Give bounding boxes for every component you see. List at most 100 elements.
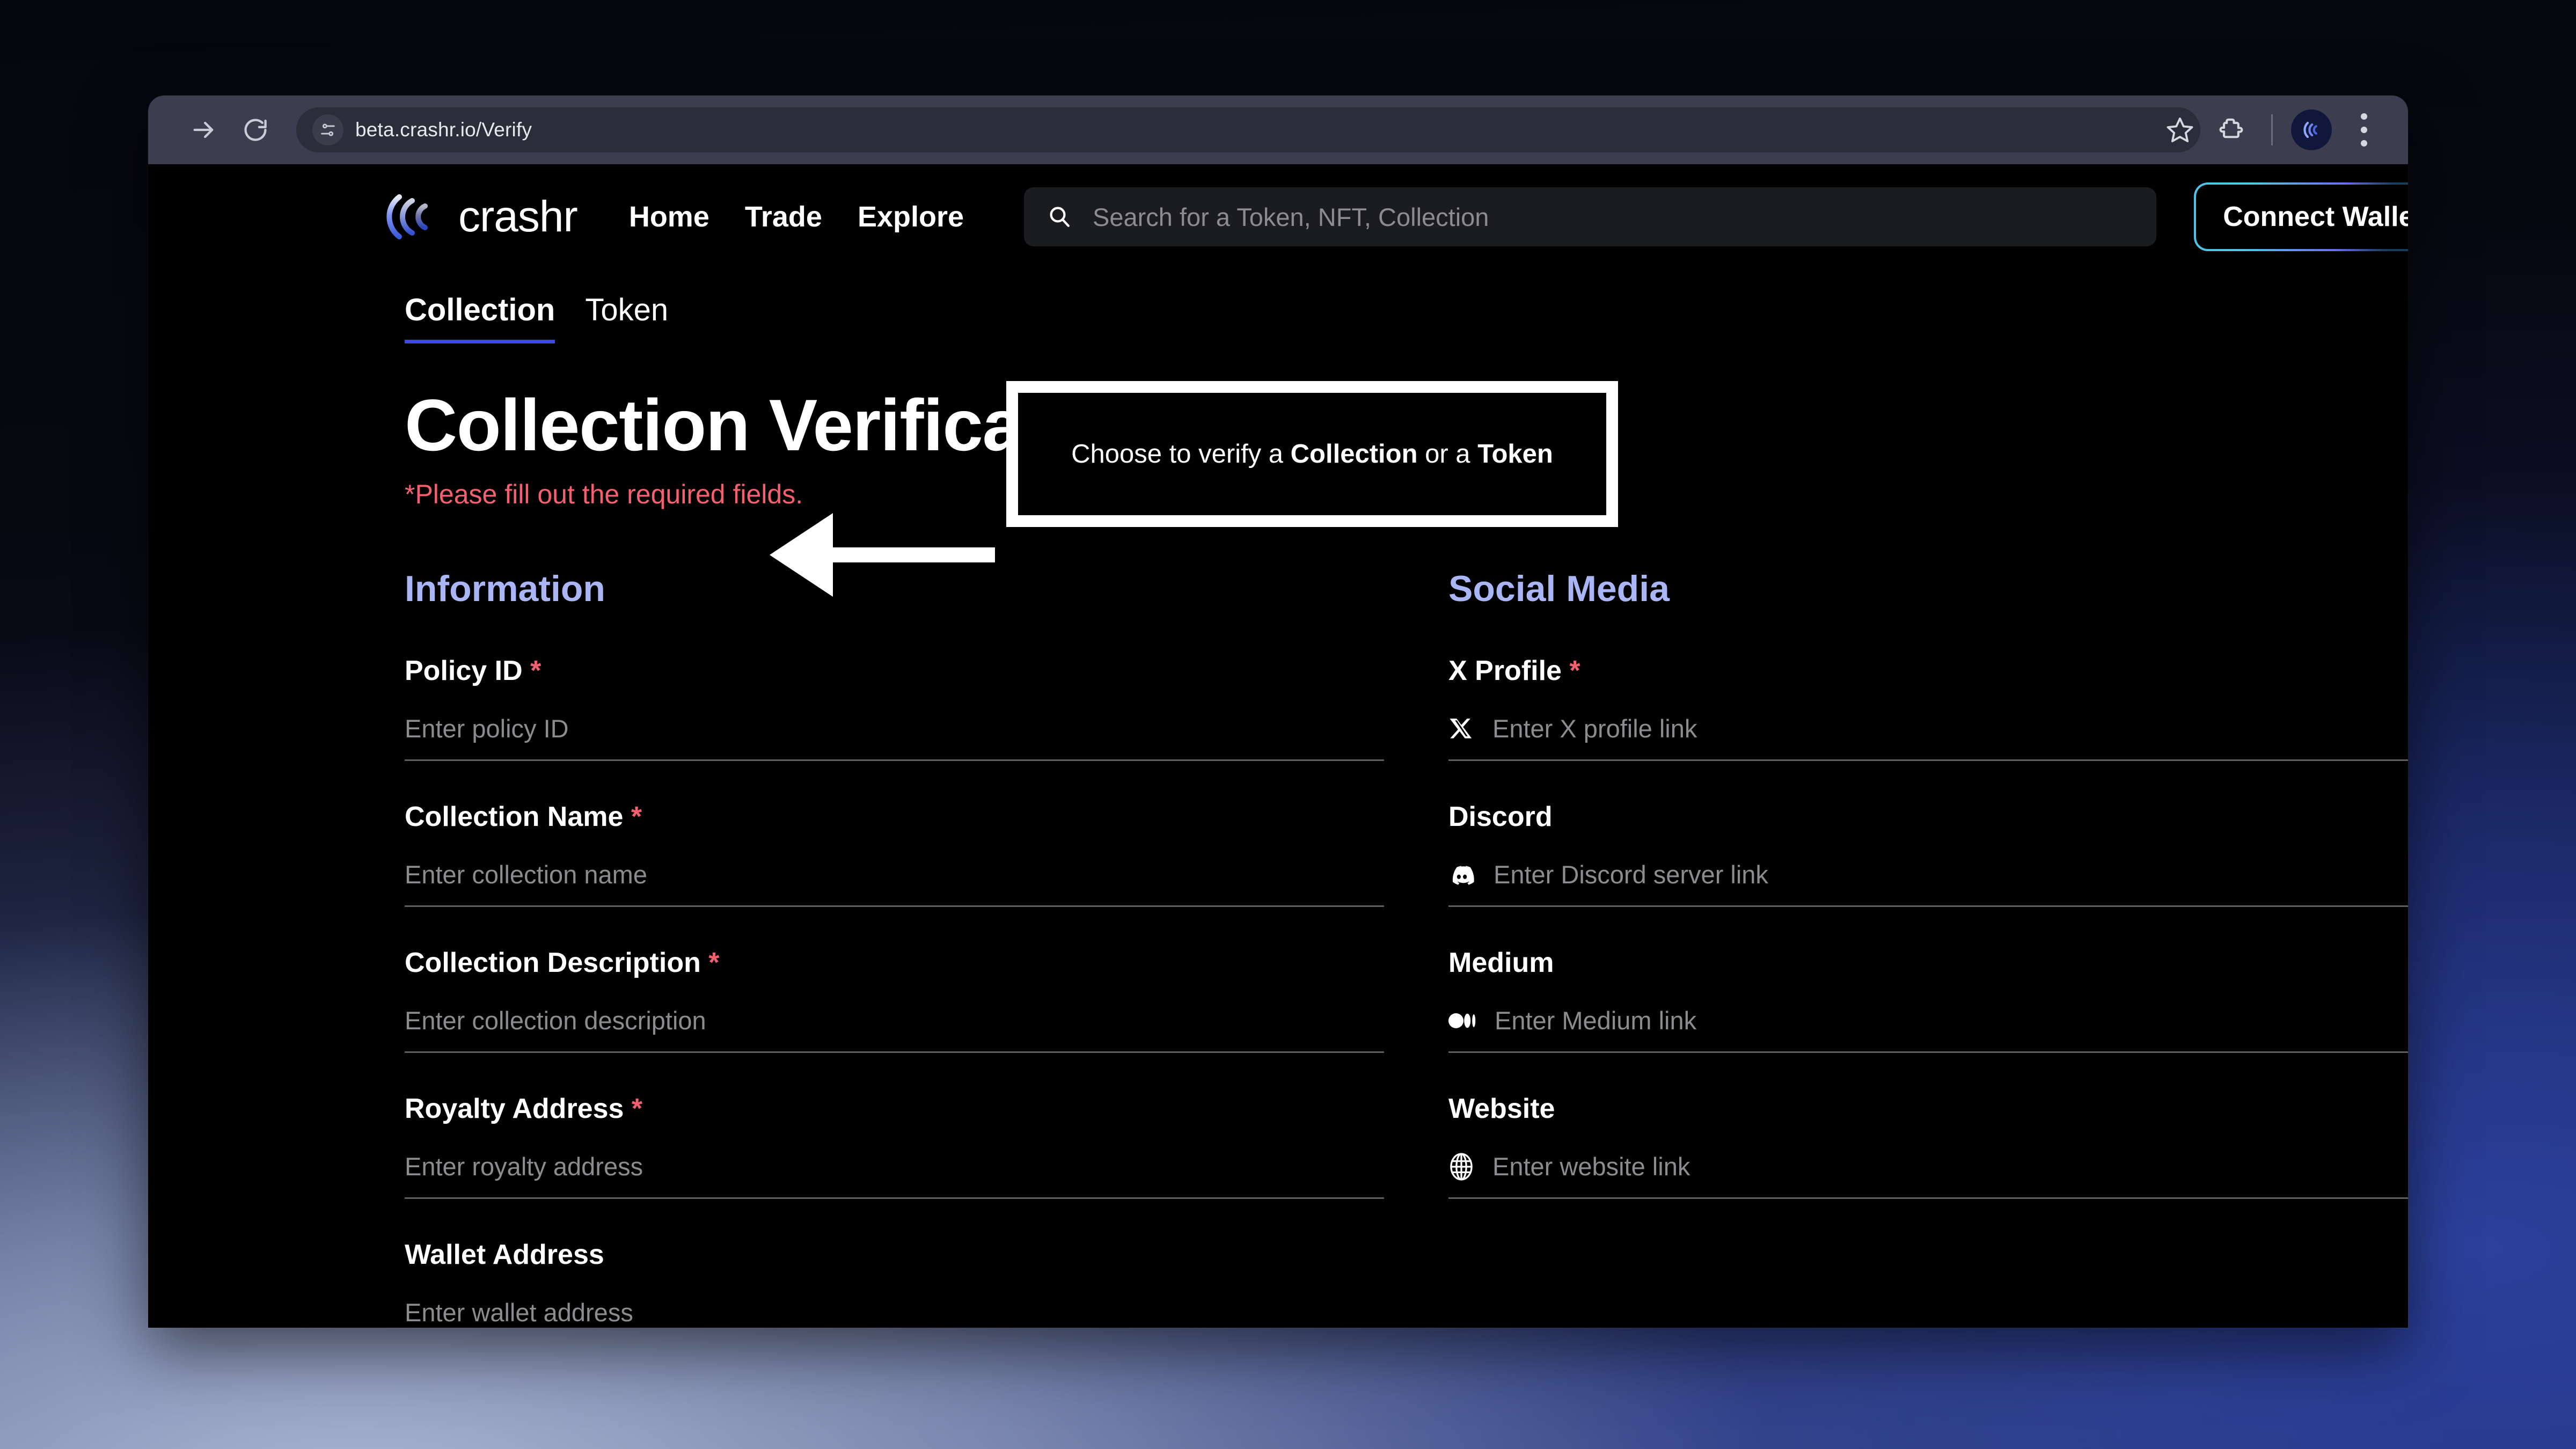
wallet-address-input[interactable]: Enter wallet address	[405, 1298, 1384, 1328]
reload-icon	[244, 119, 267, 141]
field-medium: Medium Enter Medium link	[1448, 947, 2408, 1053]
desktop-wallpaper: beta.crashr.io/Verify crashr Home Trade …	[0, 0, 2576, 1449]
field-collection-description: Collection Description * Enter collectio…	[405, 947, 1384, 1053]
medium-logo-icon	[1448, 1013, 1476, 1028]
field-label: Collection Name *	[405, 801, 1384, 833]
field-label-text: Wallet Address	[405, 1239, 604, 1270]
puzzle-piece-icon	[2219, 118, 2243, 138]
field-placeholder: Enter wallet address	[405, 1298, 633, 1327]
field-placeholder: Enter Discord server link	[1494, 860, 1768, 889]
site-info-icon[interactable]	[312, 114, 343, 145]
field-label-text: Collection Description	[405, 947, 701, 978]
connect-wallet-button[interactable]: Connect Wallet	[2194, 182, 2408, 251]
field-royalty-address: Royalty Address * Enter royalty address	[405, 1093, 1384, 1199]
collection-description-input[interactable]: Enter collection description	[405, 1006, 1384, 1053]
discord-logo-icon	[1452, 865, 1474, 885]
toolbar-divider	[2271, 114, 2273, 145]
x-logo-icon	[1450, 718, 1472, 738]
required-asterisk: *	[530, 655, 541, 686]
star-icon	[2167, 117, 2193, 143]
field-placeholder: Enter Medium link	[1495, 1006, 1697, 1035]
main-nav: Home Trade Explore	[629, 200, 964, 233]
menu-dot	[2361, 127, 2367, 133]
information-column: Information Policy ID * Enter policy ID …	[405, 568, 1384, 1328]
forward-arrow-icon	[193, 121, 214, 138]
field-label: X Profile *	[1448, 655, 2408, 687]
tab-collection[interactable]: Collection	[405, 292, 555, 343]
menu-dot	[2361, 140, 2367, 147]
tune-sliders-icon	[321, 123, 335, 136]
field-label-text: Collection Name	[405, 801, 624, 832]
nav-item-home[interactable]: Home	[629, 200, 709, 233]
reload-button[interactable]	[230, 104, 281, 156]
required-asterisk: *	[631, 801, 642, 832]
medium-input[interactable]: Enter Medium link	[1448, 1006, 2408, 1053]
field-label: Policy ID *	[405, 655, 1384, 687]
website-input[interactable]: Enter website link	[1448, 1152, 2408, 1199]
field-wallet-address: Wallet Address Enter wallet address	[405, 1239, 1384, 1328]
nav-item-explore[interactable]: Explore	[858, 200, 964, 233]
annotation-arrow-icon	[770, 513, 995, 597]
search-placeholder: Search for a Token, NFT, Collection	[1093, 202, 1489, 231]
x-profile-input[interactable]: Enter X profile link	[1448, 714, 2408, 761]
required-asterisk: *	[1569, 655, 1580, 686]
field-collection-name: Collection Name * Enter collection name	[405, 801, 1384, 907]
field-label: Website	[1448, 1093, 2408, 1125]
nav-item-trade[interactable]: Trade	[745, 200, 822, 233]
menu-dot	[2361, 113, 2367, 120]
collection-name-input[interactable]: Enter collection name	[405, 860, 1384, 907]
browser-window: beta.crashr.io/Verify crashr Home Trade …	[148, 96, 2408, 1328]
field-label-text: Website	[1448, 1093, 1555, 1124]
field-placeholder: Enter X profile link	[1492, 714, 1697, 743]
field-policy-id: Policy ID * Enter policy ID	[405, 655, 1384, 761]
annotation-prefix: Choose to verify a	[1071, 440, 1291, 469]
browser-menu-button[interactable]	[2344, 104, 2384, 156]
annotation-bold-token: Token	[1477, 440, 1553, 469]
connect-wallet-label: Connect Wallet	[2223, 201, 2408, 232]
discord-input[interactable]: Enter Discord server link	[1448, 860, 2408, 907]
policy-id-input[interactable]: Enter policy ID	[405, 714, 1384, 761]
address-bar[interactable]: beta.crashr.io/Verify	[296, 107, 2200, 152]
field-label: Collection Description *	[405, 947, 1384, 979]
globe-icon	[1450, 1152, 1473, 1181]
profile-avatar[interactable]	[2291, 109, 2332, 150]
crashr-waves-icon	[386, 194, 428, 239]
crashr-waves-avatar-icon	[2303, 121, 2317, 138]
field-label-text: Royalty Address	[405, 1093, 624, 1124]
browser-toolbar: beta.crashr.io/Verify	[148, 96, 2408, 164]
royalty-address-input[interactable]: Enter royalty address	[405, 1152, 1384, 1199]
verify-type-tabs: Collection Token	[405, 292, 2408, 343]
annotation-middle: or a	[1417, 440, 1478, 469]
verification-form: Information Policy ID * Enter policy ID …	[148, 568, 2408, 1328]
search-input[interactable]: Search for a Token, NFT, Collection	[1024, 187, 2157, 246]
annotation-callout: Choose to verify a Collection or a Token	[1006, 381, 1618, 527]
field-label-text: Discord	[1448, 801, 1553, 832]
annotation-text: Choose to verify a Collection or a Token	[1071, 439, 1553, 469]
field-label: Royalty Address *	[405, 1093, 1384, 1125]
field-website: Website Enter website link	[1448, 1093, 2408, 1199]
field-x-profile: X Profile * Enter X profile link	[1448, 655, 2408, 761]
brand-logo[interactable]: crashr	[384, 192, 578, 242]
field-placeholder: Enter website link	[1492, 1152, 1690, 1181]
required-asterisk: *	[708, 947, 720, 978]
field-placeholder: Enter collection description	[405, 1006, 706, 1035]
page-viewport: crashr Home Trade Explore Search for a T…	[148, 164, 2408, 1328]
field-placeholder: Enter policy ID	[405, 714, 569, 743]
field-label: Medium	[1448, 947, 2408, 979]
site-header: crashr Home Trade Explore Search for a T…	[148, 164, 2408, 269]
brand-name: crashr	[458, 192, 578, 241]
section-title-social-media: Social Media	[1448, 568, 1670, 609]
extensions-button[interactable]	[2206, 104, 2257, 156]
social-media-column: Social Media X Profile * Enter X profile…	[1448, 568, 2408, 1328]
tab-token[interactable]: Token	[585, 292, 668, 343]
forward-button[interactable]	[178, 104, 230, 156]
required-asterisk: *	[631, 1093, 643, 1124]
field-label: Wallet Address	[405, 1239, 1384, 1271]
field-placeholder: Enter royalty address	[405, 1152, 643, 1181]
annotation-bold-collection: Collection	[1290, 440, 1418, 469]
url-text: beta.crashr.io/Verify	[355, 119, 532, 141]
bookmark-button[interactable]	[2154, 104, 2206, 156]
field-label: Discord	[1448, 801, 2408, 833]
field-discord: Discord Enter Discord server link	[1448, 801, 2408, 907]
field-label-text: Medium	[1448, 947, 1554, 978]
